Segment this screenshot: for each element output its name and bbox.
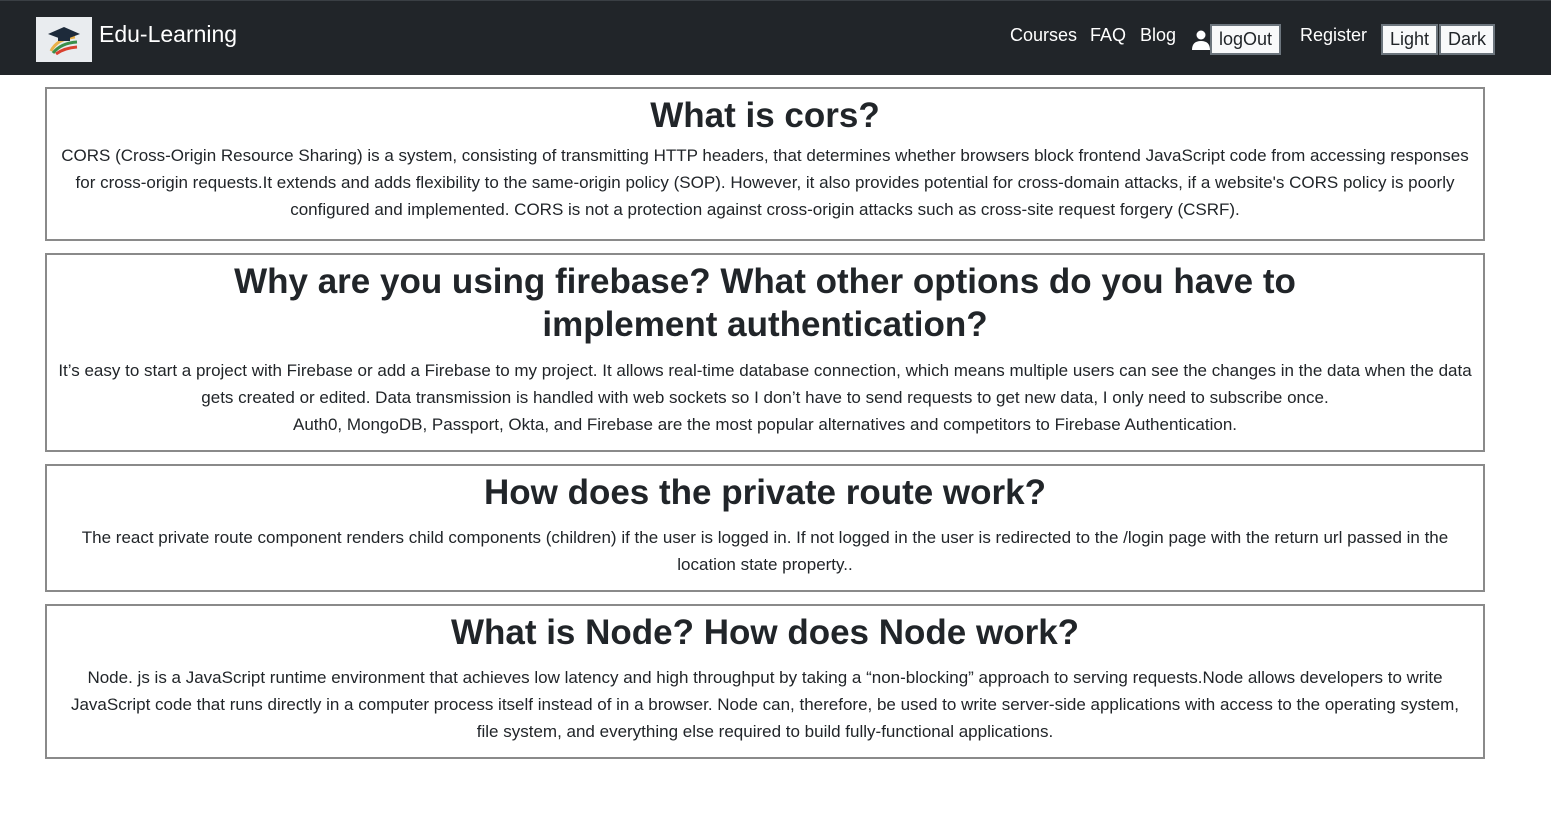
light-theme-button[interactable]: Light <box>1381 24 1439 55</box>
faq-card-firebase: Why are you using firebase? What other o… <box>45 253 1485 452</box>
faq-card-node: What is Node? How does Node work? Node. … <box>45 604 1485 759</box>
user-icon <box>1192 30 1210 50</box>
nav-link-register[interactable]: Register <box>1300 25 1367 46</box>
faq-answer: The react private route component render… <box>81 528 1449 574</box>
brand-name[interactable]: Edu-Learning <box>99 21 237 48</box>
faq-answer: Node. js is a JavaScript runtime environ… <box>70 668 1460 741</box>
faq-card-cors: What is cors? CORS (Cross-Origin Resourc… <box>45 87 1485 241</box>
faq-answer-alternatives: Auth0, MongoDB, Passport, Okta, and Fire… <box>292 415 1237 434</box>
faq-answer: CORS (Cross-Origin Resource Sharing) is … <box>61 146 1469 219</box>
nav-link-faq[interactable]: FAQ <box>1090 25 1126 46</box>
faq-question: How does the private route work? <box>483 473 1047 512</box>
faq-question: What is cors? <box>650 96 880 135</box>
dark-theme-button[interactable]: Dark <box>1439 24 1496 55</box>
nav-link-courses[interactable]: Courses <box>1010 25 1077 46</box>
faq-answer: It’s easy to start a project with Fireba… <box>58 361 1472 407</box>
top-navbar: Edu-Learning Courses FAQ Blog logOut Reg… <box>0 0 1551 75</box>
faq-question: Why are you using firebase? What other o… <box>234 262 1296 344</box>
graduation-cap-logo-icon[interactable] <box>36 17 92 62</box>
logout-button[interactable]: logOut <box>1210 24 1282 55</box>
faq-question: What is Node? How does Node work? <box>450 613 1080 652</box>
nav-link-blog[interactable]: Blog <box>1140 25 1176 46</box>
faq-card-private-route: How does the private route work? The rea… <box>45 464 1485 592</box>
